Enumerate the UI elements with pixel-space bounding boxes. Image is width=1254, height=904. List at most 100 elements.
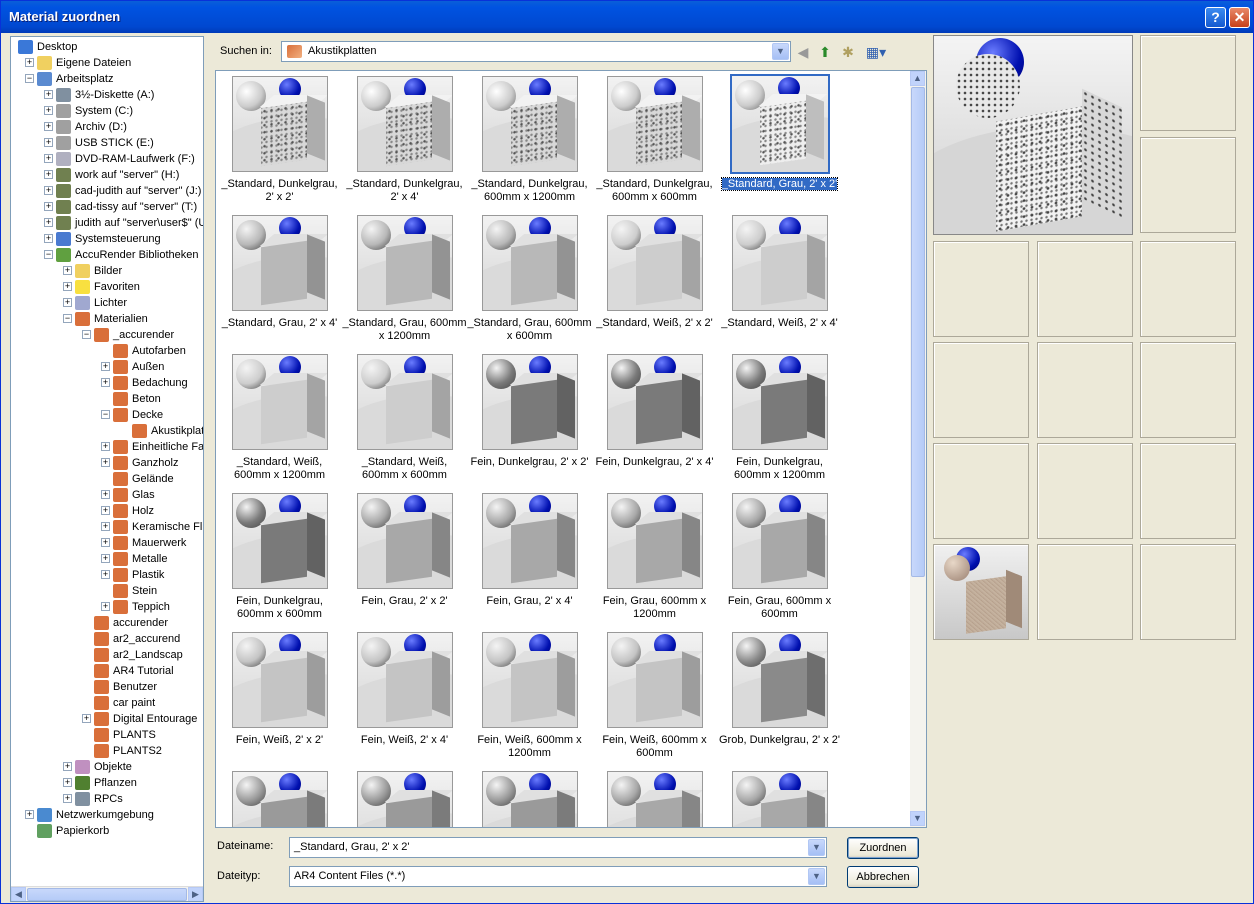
- palette-slot[interactable]: [1140, 342, 1236, 438]
- material-grid[interactable]: _Standard, Dunkelgrau, 2' x 2' _Standard,…: [215, 70, 927, 828]
- material-item[interactable]: _Standard, Grau, 600mm x 600mm: [467, 210, 592, 349]
- title-bar[interactable]: Material zuordnen ? ✕: [1, 1, 1253, 33]
- assign-button[interactable]: Zuordnen: [847, 837, 919, 859]
- tree-node[interactable]: + DVD-RAM-Laufwerk (F:): [11, 151, 203, 167]
- tree-node[interactable]: + Glas: [11, 487, 203, 503]
- palette-slot[interactable]: [1140, 241, 1236, 337]
- material-item[interactable]: [592, 766, 717, 827]
- material-item[interactable]: Fein, Dunkelgrau, 600mm x 600mm: [217, 488, 342, 627]
- tree-node[interactable]: Akustikplat: [11, 423, 203, 439]
- material-item[interactable]: Fein, Weiß, 2' x 2': [217, 627, 342, 766]
- material-item[interactable]: Fein, Weiß, 600mm x 1200mm: [467, 627, 592, 766]
- tree-node[interactable]: Papierkorb: [11, 823, 203, 839]
- expand-icon[interactable]: +: [25, 810, 34, 819]
- scroll-up-arrow[interactable]: ▲: [910, 71, 925, 86]
- material-item[interactable]: Fein, Dunkelgrau, 2' x 4': [592, 349, 717, 488]
- expand-icon[interactable]: +: [44, 106, 53, 115]
- up-folder-icon[interactable]: ⬆: [816, 43, 834, 61]
- tree-node[interactable]: Gelände: [11, 471, 203, 487]
- tree-node[interactable]: + Objekte: [11, 759, 203, 775]
- tree-node[interactable]: − Decke: [11, 407, 203, 423]
- tree-node[interactable]: + Eigene Dateien: [11, 55, 203, 71]
- scroll-right-arrow[interactable]: ▶: [188, 887, 203, 901]
- material-item[interactable]: _Standard, Grau, 2' x 2': [717, 71, 842, 210]
- expand-icon[interactable]: +: [63, 762, 72, 771]
- material-item[interactable]: [217, 766, 342, 827]
- material-item[interactable]: [342, 766, 467, 827]
- tree-node[interactable]: + RPCs: [11, 791, 203, 807]
- grid-vertical-scrollbar[interactable]: ▲ ▼: [910, 71, 926, 827]
- tree-node[interactable]: − _accurender: [11, 327, 203, 343]
- tree-node[interactable]: + judith auf "server\user$" (U: [11, 215, 203, 231]
- palette-slot[interactable]: [933, 443, 1029, 539]
- expand-icon[interactable]: +: [44, 186, 53, 195]
- expand-icon[interactable]: +: [63, 794, 72, 803]
- tree-node[interactable]: + Lichter: [11, 295, 203, 311]
- tree-node[interactable]: + Teppich: [11, 599, 203, 615]
- material-item[interactable]: Fein, Grau, 2' x 2': [342, 488, 467, 627]
- tree-node[interactable]: + cad-judith auf "server" (J:): [11, 183, 203, 199]
- material-item[interactable]: _Standard, Dunkelgrau, 600mm x 600mm: [592, 71, 717, 210]
- material-item[interactable]: _Standard, Weiß, 600mm x 1200mm: [217, 349, 342, 488]
- expand-icon[interactable]: +: [63, 298, 72, 307]
- expand-icon[interactable]: +: [44, 138, 53, 147]
- expand-icon[interactable]: +: [63, 778, 72, 787]
- material-item[interactable]: _Standard, Dunkelgrau, 2' x 2': [217, 71, 342, 210]
- expand-icon[interactable]: +: [44, 154, 53, 163]
- chevron-down-icon[interactable]: ▼: [808, 839, 825, 856]
- palette-slot[interactable]: [933, 342, 1029, 438]
- expand-icon[interactable]: +: [101, 538, 110, 547]
- tree-node[interactable]: ar2_accurend: [11, 631, 203, 647]
- tree-node[interactable]: − AccuRender Bibliotheken: [11, 247, 203, 263]
- material-item[interactable]: [467, 766, 592, 827]
- new-folder-icon[interactable]: ✱: [839, 43, 857, 61]
- expand-icon[interactable]: +: [101, 490, 110, 499]
- expand-icon[interactable]: +: [44, 202, 53, 211]
- tree-node[interactable]: + Mauerwerk: [11, 535, 203, 551]
- expand-icon[interactable]: +: [101, 506, 110, 515]
- material-item[interactable]: Fein, Dunkelgrau, 600mm x 1200mm: [717, 349, 842, 488]
- material-preview[interactable]: [933, 35, 1133, 235]
- tree-node[interactable]: + work auf "server" (H:): [11, 167, 203, 183]
- tree-node[interactable]: Benutzer: [11, 679, 203, 695]
- tree-horizontal-scrollbar[interactable]: ◀ ▶: [11, 886, 203, 901]
- expand-icon[interactable]: +: [44, 218, 53, 227]
- material-item[interactable]: Fein, Dunkelgrau, 2' x 2': [467, 349, 592, 488]
- tree-node[interactable]: PLANTS: [11, 727, 203, 743]
- view-menu-icon[interactable]: ▦▾: [864, 43, 888, 61]
- filetype-select[interactable]: AR4 Content Files (*.*) ▼: [289, 866, 827, 887]
- tree-node[interactable]: +3½-Diskette (A:): [11, 87, 203, 103]
- expand-icon[interactable]: +: [44, 170, 53, 179]
- grid-scroll-thumb[interactable]: [911, 87, 925, 577]
- tree-node[interactable]: + Ganzholz: [11, 455, 203, 471]
- palette-slot[interactable]: [933, 544, 1029, 640]
- filename-input[interactable]: _Standard, Grau, 2' x 2' ▼: [289, 837, 827, 858]
- expand-icon[interactable]: +: [44, 90, 53, 99]
- material-item[interactable]: _Standard, Grau, 600mm x 1200mm: [342, 210, 467, 349]
- expand-icon[interactable]: +: [101, 458, 110, 467]
- expand-icon[interactable]: +: [101, 442, 110, 451]
- expand-icon[interactable]: +: [101, 570, 110, 579]
- close-button[interactable]: ✕: [1229, 7, 1250, 28]
- tree-node[interactable]: Desktop: [11, 39, 203, 55]
- scroll-down-arrow[interactable]: ▼: [910, 811, 925, 826]
- tree-node[interactable]: AR4 Tutorial: [11, 663, 203, 679]
- tree-node[interactable]: + Systemsteuerung: [11, 231, 203, 247]
- expand-icon[interactable]: +: [101, 554, 110, 563]
- expand-icon[interactable]: +: [25, 58, 34, 67]
- material-item[interactable]: Fein, Weiß, 2' x 4': [342, 627, 467, 766]
- palette-slot[interactable]: [1037, 342, 1133, 438]
- tree-node[interactable]: Autofarben: [11, 343, 203, 359]
- expand-icon[interactable]: +: [101, 362, 110, 371]
- folder-tree[interactable]: Desktop + Eigene Dateien − Arbeitsplatz +3½-D…: [10, 36, 204, 902]
- material-item[interactable]: _Standard, Dunkelgrau, 600mm x 1200mm: [467, 71, 592, 210]
- help-button[interactable]: ?: [1205, 7, 1226, 28]
- collapse-icon[interactable]: −: [63, 314, 72, 323]
- expand-icon[interactable]: +: [101, 522, 110, 531]
- material-item[interactable]: Fein, Weiß, 600mm x 600mm: [592, 627, 717, 766]
- tree-node[interactable]: + cad-tissy auf "server" (T:): [11, 199, 203, 215]
- palette-slot[interactable]: [1037, 241, 1133, 337]
- palette-slot[interactable]: [1037, 443, 1133, 539]
- palette-slot[interactable]: [1140, 544, 1236, 640]
- expand-icon[interactable]: +: [44, 122, 53, 131]
